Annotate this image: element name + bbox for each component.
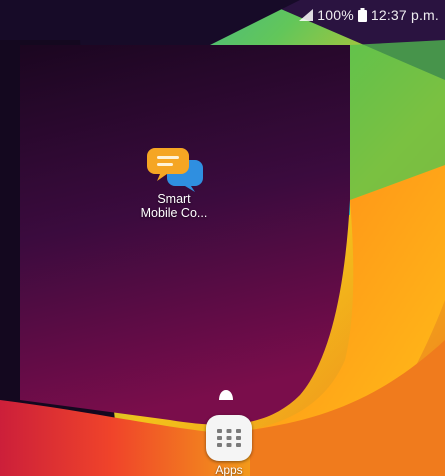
status-bar: 100% 12:37 p.m.	[0, 0, 445, 30]
app-label-line2: Mobile Co...	[140, 206, 208, 220]
wallpaper	[0, 0, 445, 476]
home-screen: 100% 12:37 p.m. Smart Mobile Co... Apps	[0, 0, 445, 476]
app-grid-icon	[206, 415, 252, 461]
status-time: 12:37 p.m.	[370, 7, 439, 23]
chat-bubbles-icon	[145, 146, 203, 192]
signal-icon	[299, 9, 314, 21]
app-label-line1: Smart	[157, 192, 191, 206]
apps-button-label: Apps	[215, 463, 243, 476]
home-page-icon[interactable]	[219, 387, 233, 400]
battery-percent: 100%	[317, 7, 354, 23]
battery-icon	[357, 8, 367, 22]
app-shortcut-smart-mobile[interactable]: Smart Mobile Co...	[126, 146, 222, 220]
apps-button[interactable]: Apps	[196, 415, 262, 476]
app-shortcut-label: Smart Mobile Co...	[141, 192, 208, 220]
